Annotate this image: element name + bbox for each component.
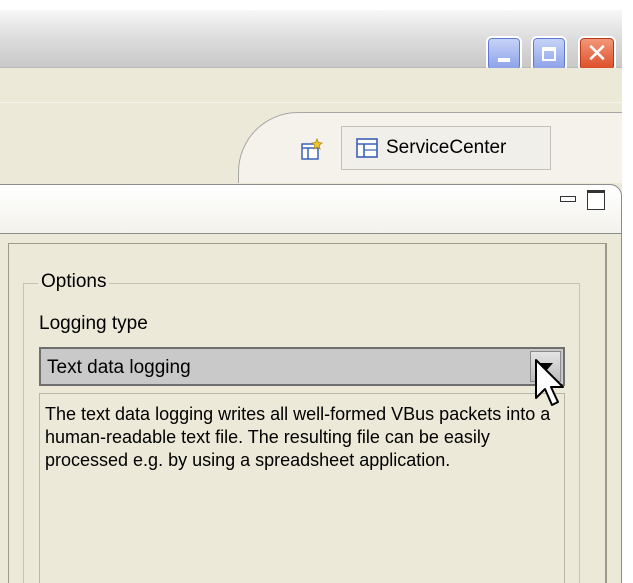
application-window: ✕ ServiceCenter Options Logging type Tex…: [0, 0, 633, 583]
maximize-button[interactable]: [531, 36, 567, 72]
perspective-label: ServiceCenter: [386, 137, 507, 158]
title-bar[interactable]: ✕: [0, 10, 631, 72]
window-right-edge: [622, 0, 633, 583]
mouse-cursor-icon: [535, 359, 564, 406]
maximize-icon: [542, 47, 556, 61]
view-maximize-icon[interactable]: [587, 190, 605, 210]
options-group-title: Options: [38, 271, 110, 293]
logging-type-label: Logging type: [39, 313, 148, 334]
perspective-table-icon: [356, 138, 378, 158]
minimize-icon: [498, 58, 510, 62]
logging-description-box: The text data logging writes all well-fo…: [39, 393, 565, 583]
view-minimize-icon[interactable]: [560, 196, 576, 202]
open-perspective-icon[interactable]: [300, 138, 324, 162]
minimize-button[interactable]: [486, 36, 522, 72]
logging-type-dropdown[interactable]: Text data logging: [39, 347, 565, 386]
menu-bar: [0, 68, 631, 103]
close-button[interactable]: ✕: [578, 36, 616, 72]
window-top-edge: [0, 0, 631, 10]
logging-description-text: The text data logging writes all well-fo…: [45, 404, 551, 470]
close-icon: ✕: [586, 39, 608, 69]
perspective-tab-servicecenter[interactable]: ServiceCenter: [341, 126, 551, 170]
view-header: [0, 184, 622, 234]
logging-type-selected-value: Text data logging: [47, 357, 191, 378]
